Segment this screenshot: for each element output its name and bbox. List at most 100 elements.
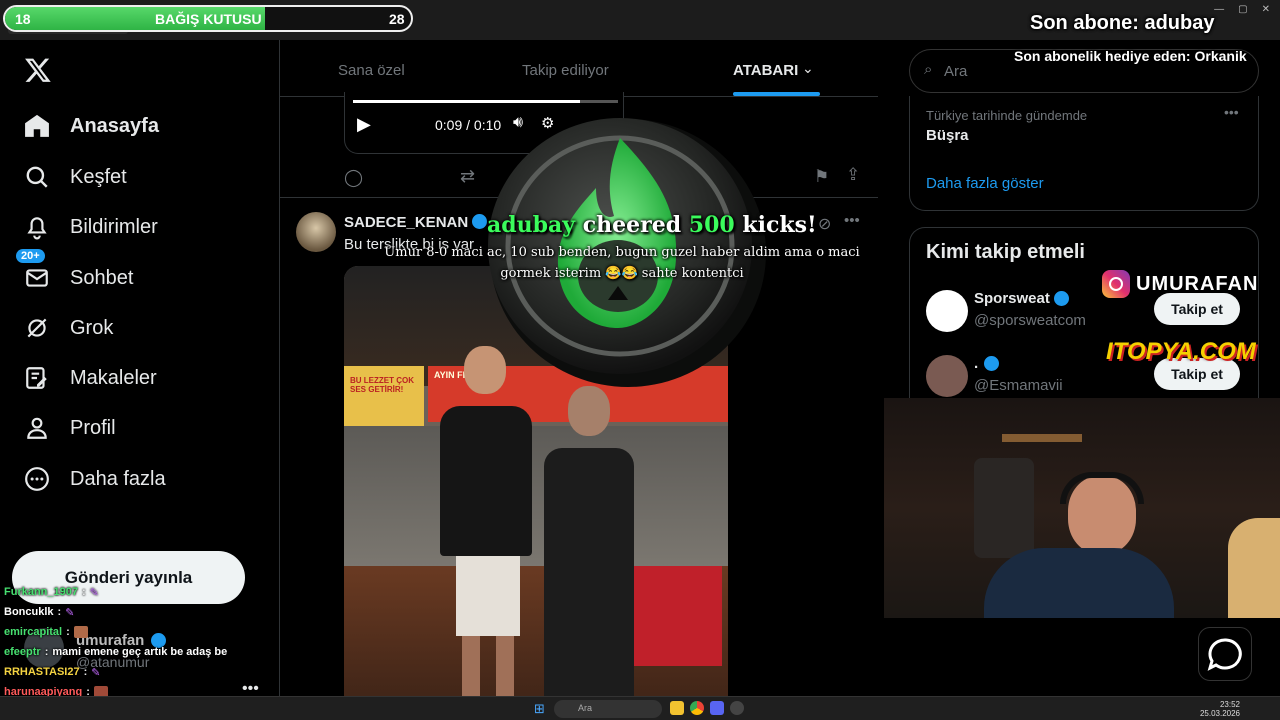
tab-following[interactable]: Takip ediliyor — [522, 62, 609, 79]
follow-name[interactable]: Sporsweat — [974, 290, 1050, 307]
sidebar-item-label: Sohbet — [70, 266, 134, 289]
photo-kitchen — [344, 426, 728, 566]
verified-icon — [984, 356, 999, 371]
tweet-avatar[interactable] — [296, 212, 336, 252]
sidebar-item-grok[interactable]: Grok — [24, 315, 113, 341]
follow-handle: @sporsweatcom — [974, 312, 1086, 329]
articles-icon — [26, 367, 47, 389]
donation-progress-bar: 18 BAĞIŞ KUTUSU 28 — [3, 5, 413, 32]
webcam-second-person — [1228, 518, 1280, 618]
chat-message: Furkann_1907: ✎ — [4, 586, 99, 599]
grok-icon[interactable]: ⊘ — [818, 214, 831, 234]
chat-message: emircapital: — [4, 622, 274, 642]
bookmark-icon[interactable]: ⚑ — [814, 167, 829, 187]
sidebar-item-label: Anasayfa — [70, 114, 159, 137]
trends-card: Türkiye tarihinde gündemde ••• Büşra Dah… — [909, 96, 1259, 211]
sidebar-item-more[interactable]: Daha fazla — [24, 466, 166, 492]
window-controls: — ▢ ✕ — [1214, 4, 1270, 15]
sidebar-item-explore[interactable]: Keşfet — [24, 164, 127, 190]
chevron-down-icon[interactable]: ⌄ — [802, 60, 814, 77]
emote-icon: ✎ — [91, 666, 101, 679]
trend-context: Türkiye tarihinde gündemde — [926, 108, 1088, 123]
sidebar-item-label: Grok — [70, 316, 114, 339]
grok-icon — [27, 318, 47, 338]
mail-icon — [26, 269, 48, 287]
tab-indicator — [733, 92, 820, 96]
sidebar-item-label: Daha fazla — [70, 467, 166, 490]
chat-message: efeeptr: mami emene geç artık be adaş be — [4, 646, 228, 658]
app-icon[interactable] — [730, 701, 744, 715]
avatar[interactable] — [926, 290, 968, 332]
instagram-name: UMURAFAN — [1136, 272, 1259, 295]
last-subscriber: Son abone: adubay — [1030, 12, 1215, 34]
tweet-author-name: SADECE_KENAN — [344, 214, 469, 231]
minimize-icon[interactable]: — — [1214, 4, 1224, 15]
webcam-chair — [974, 458, 1034, 558]
trend-name[interactable]: Büşra — [926, 127, 969, 144]
clock-time: 23:52 — [1219, 700, 1240, 709]
timeline-tabs: Sana özel Takip ediliyor ATABARI ⌄ — [280, 40, 878, 97]
alert-user: adubay — [487, 212, 576, 238]
sidebar-item-home[interactable]: Anasayfa — [24, 113, 159, 139]
sidebar-item-label: Profil — [70, 416, 116, 439]
play-icon[interactable]: ▶ — [357, 114, 371, 135]
search-icon: ⌕ — [924, 61, 933, 78]
emote-icon — [73, 626, 88, 638]
instagram-handle: UMURAFAN — [1102, 270, 1258, 298]
messages-button[interactable] — [1198, 627, 1252, 681]
windows-start-icon[interactable]: ⊞ — [534, 701, 545, 717]
photo-sign: BU LEZZET ÇOK SES GETİRİR! — [344, 366, 424, 426]
verified-icon — [1054, 291, 1069, 306]
video-progress-bar[interactable] — [353, 100, 618, 103]
headset-icon — [1060, 472, 1144, 504]
alert-cheered: cheered — [582, 212, 682, 238]
tweet-more-icon[interactable]: ••• — [844, 212, 860, 229]
close-icon[interactable]: ✕ — [1262, 4, 1270, 15]
chrome-icon[interactable] — [690, 701, 704, 715]
file-explorer-icon[interactable] — [670, 701, 684, 715]
show-more-link[interactable]: Daha fazla göster — [926, 175, 1044, 192]
donation-current: 18 — [15, 11, 31, 27]
who-to-follow-card: Kimi takip etmeli Sporsweat @sporsweatco… — [909, 227, 1259, 427]
who-to-follow-title: Kimi takip etmeli — [926, 241, 1085, 263]
chat-bubble-icon — [1207, 638, 1242, 671]
trend-more-icon[interactable]: ••• — [1224, 104, 1239, 120]
tab-atabari[interactable]: ATABARI — [733, 62, 798, 79]
sponsor-logo: ITOPYA.COM — [1106, 338, 1256, 365]
maximize-icon[interactable]: ▢ — [1238, 4, 1247, 15]
sidebar-item-label: Bildirimler — [70, 215, 158, 238]
sidebar-item-label: Makaleler — [70, 366, 157, 389]
discord-icon[interactable] — [710, 701, 724, 715]
search-placeholder: Ara — [944, 63, 968, 80]
chat-username: emircapital — [4, 626, 63, 638]
alert-headline: adubay cheered 500 kicks! — [487, 212, 817, 238]
follow-handle: @Esmamavii — [974, 377, 1063, 394]
avatar[interactable] — [926, 355, 968, 397]
sidebar-item-notifications[interactable]: Bildirimler — [24, 214, 158, 240]
photo-person-left — [434, 346, 534, 720]
follow-name[interactable]: . — [974, 355, 978, 372]
sidebar-item-articles[interactable]: Makaleler — [24, 365, 157, 391]
alert-unit: kicks! — [742, 212, 817, 238]
emote-icon: ✎ — [89, 586, 99, 599]
sidebar-item-label: Keşfet — [70, 165, 127, 188]
chat-message: Boncuklk: ✎ — [4, 606, 75, 619]
share-icon[interactable]: ⇪ — [846, 165, 860, 185]
x-logo-icon[interactable] — [24, 56, 52, 89]
last-gift-subscriber: Son abonelik hediye eden: Orkanik — [1014, 48, 1247, 64]
tweet-author[interactable]: SADECE_KENAN — [344, 214, 488, 231]
sidebar-item-messages[interactable]: Sohbet — [24, 265, 133, 291]
taskbar-clock: 23:52 25.03.2026 — [1200, 700, 1240, 718]
photo-cooler — [622, 566, 722, 666]
photo-person-right — [540, 386, 636, 720]
retweet-icon[interactable]: ⇄ — [460, 166, 475, 187]
taskbar-search[interactable]: Ara — [554, 700, 662, 718]
emote-icon: ✎ — [65, 606, 75, 619]
tab-for-you[interactable]: Sana özel — [338, 62, 405, 79]
reply-icon[interactable]: ◯ — [344, 168, 363, 188]
right-sidebar: ⌕ Ara Türkiye tarihinde gündemde ••• Büş… — [878, 40, 1280, 720]
sidebar-item-profile[interactable]: Profil — [24, 415, 116, 441]
alert-message: Umur 8-0 maci ac, 10 sub benden, bugun g… — [384, 245, 860, 281]
clock-date: 25.03.2026 — [1199, 709, 1240, 718]
webcam-feed — [884, 398, 1280, 618]
